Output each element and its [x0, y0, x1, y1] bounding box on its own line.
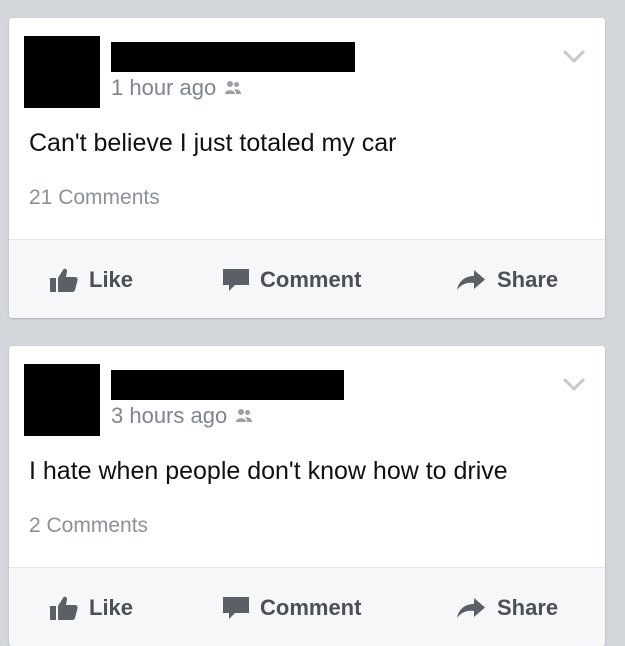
like-button[interactable]: Like	[49, 568, 133, 646]
post-meta: 1 hour ago	[111, 75, 242, 101]
avatar-redacted[interactable]	[24, 364, 100, 436]
share-label: Share	[497, 594, 559, 620]
speech-bubble-icon	[223, 268, 249, 291]
action-bar: Like Comment Share	[9, 567, 605, 646]
comments-count[interactable]: 21 Comments	[29, 185, 160, 211]
share-arrow-icon	[457, 597, 485, 618]
author-name-redacted[interactable]	[111, 370, 344, 400]
post-text: Can't believe I just totaled my car	[29, 129, 397, 157]
chevron-down-icon[interactable]	[563, 50, 585, 64]
speech-bubble-icon	[223, 596, 249, 619]
like-label: Like	[89, 594, 134, 620]
avatar-redacted[interactable]	[24, 36, 100, 108]
comment-button[interactable]: Comment	[222, 240, 361, 318]
share-button[interactable]: Share	[455, 240, 558, 318]
post-timestamp[interactable]: 1 hour ago	[111, 75, 216, 101]
thumbs-up-icon	[50, 596, 78, 620]
chevron-down-icon[interactable]	[563, 378, 585, 392]
like-button[interactable]: Like	[49, 240, 133, 318]
comment-label: Comment	[260, 266, 362, 292]
thumbs-up-icon	[50, 268, 78, 292]
post-meta: 3 hours ago	[111, 403, 253, 429]
share-label: Share	[497, 266, 559, 292]
comments-count[interactable]: 2 Comments	[29, 513, 148, 539]
comment-label: Comment	[260, 594, 362, 620]
friends-icon	[236, 409, 253, 422]
friends-icon	[225, 81, 242, 94]
author-name-redacted[interactable]	[111, 42, 355, 72]
like-label: Like	[89, 266, 134, 292]
post-timestamp[interactable]: 3 hours ago	[111, 403, 227, 429]
action-bar: Like Comment Share	[9, 239, 605, 318]
feed-post: 1 hour ago Can't believe I just totaled …	[9, 18, 605, 318]
comment-button[interactable]: Comment	[222, 568, 361, 646]
post-text: I hate when people don't know how to dri…	[29, 457, 508, 485]
share-button[interactable]: Share	[455, 568, 558, 646]
feed-post: 3 hours ago I hate when people don't kno…	[9, 346, 605, 646]
share-arrow-icon	[457, 269, 485, 290]
